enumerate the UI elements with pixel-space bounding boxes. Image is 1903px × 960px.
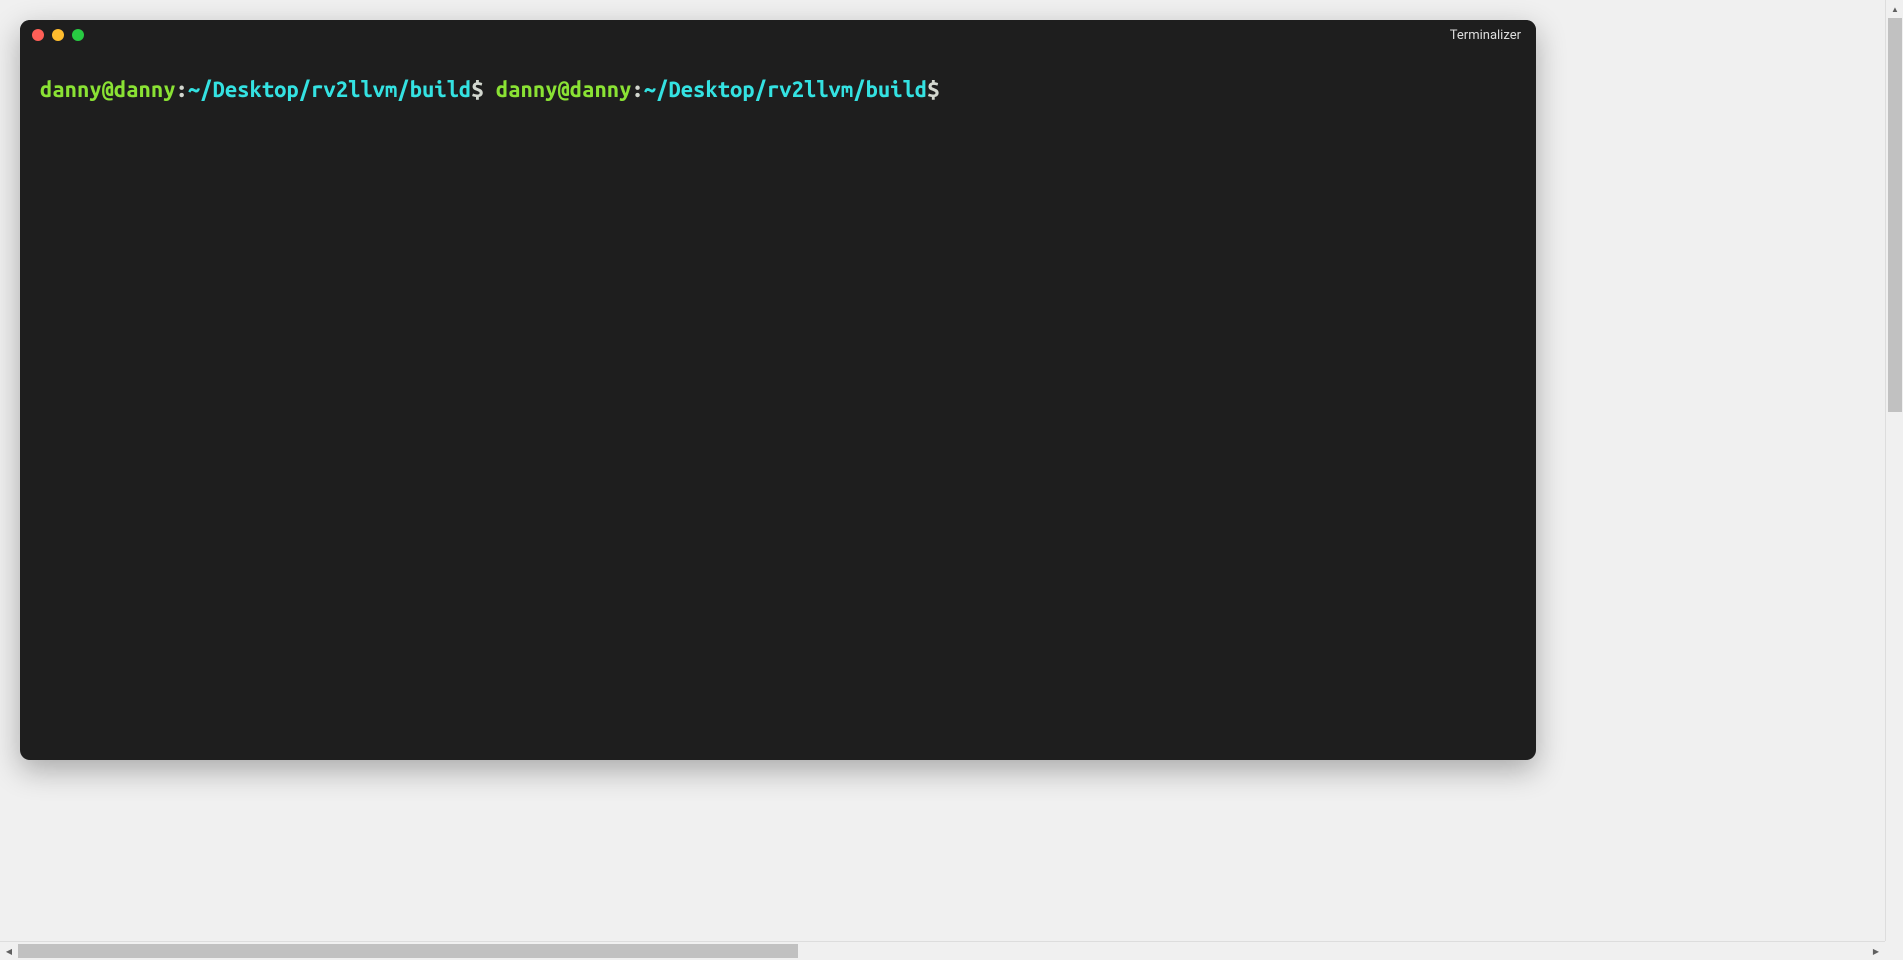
prompt-path: ~/Desktop/rv2llvm/build bbox=[644, 77, 927, 102]
prompt-line: danny@danny:~/Desktop/rv2llvm/build$ dan… bbox=[40, 77, 939, 102]
close-button[interactable] bbox=[32, 29, 44, 41]
prompt-colon: : bbox=[176, 77, 188, 102]
window-controls bbox=[32, 29, 84, 41]
title-bar: Terminalizer bbox=[20, 20, 1536, 50]
scrollbar-up-arrow-icon[interactable]: ▲ bbox=[1886, 0, 1903, 18]
prompt-dollar: $ bbox=[927, 77, 939, 102]
vertical-scrollbar[interactable]: ▲ ▼ bbox=[1885, 0, 1903, 959]
scrollbar-right-arrow-icon[interactable]: ▶ bbox=[1867, 942, 1885, 960]
minimize-button[interactable] bbox=[52, 29, 64, 41]
vertical-scrollbar-thumb[interactable] bbox=[1888, 18, 1902, 412]
horizontal-scrollbar-thumb[interactable] bbox=[18, 944, 798, 958]
scrollbar-left-arrow-icon[interactable]: ◀ bbox=[0, 942, 18, 960]
maximize-button[interactable] bbox=[72, 29, 84, 41]
terminal-window: Terminalizer danny@danny:~/Desktop/rv2ll… bbox=[20, 20, 1536, 760]
prompt-colon: : bbox=[631, 77, 643, 102]
terminal-body[interactable]: danny@danny:~/Desktop/rv2llvm/build$ dan… bbox=[20, 50, 1536, 760]
scrollbar-corner bbox=[1885, 941, 1903, 959]
prompt-path: ~/Desktop/rv2llvm/build bbox=[188, 77, 471, 102]
prompt-user-host: danny@danny bbox=[496, 77, 632, 102]
horizontal-scrollbar[interactable]: ◀ ▶ bbox=[0, 941, 1885, 959]
window-title: Terminalizer bbox=[1450, 28, 1521, 43]
prompt-dollar: $ bbox=[471, 77, 483, 102]
prompt-user-host: danny@danny bbox=[40, 77, 176, 102]
